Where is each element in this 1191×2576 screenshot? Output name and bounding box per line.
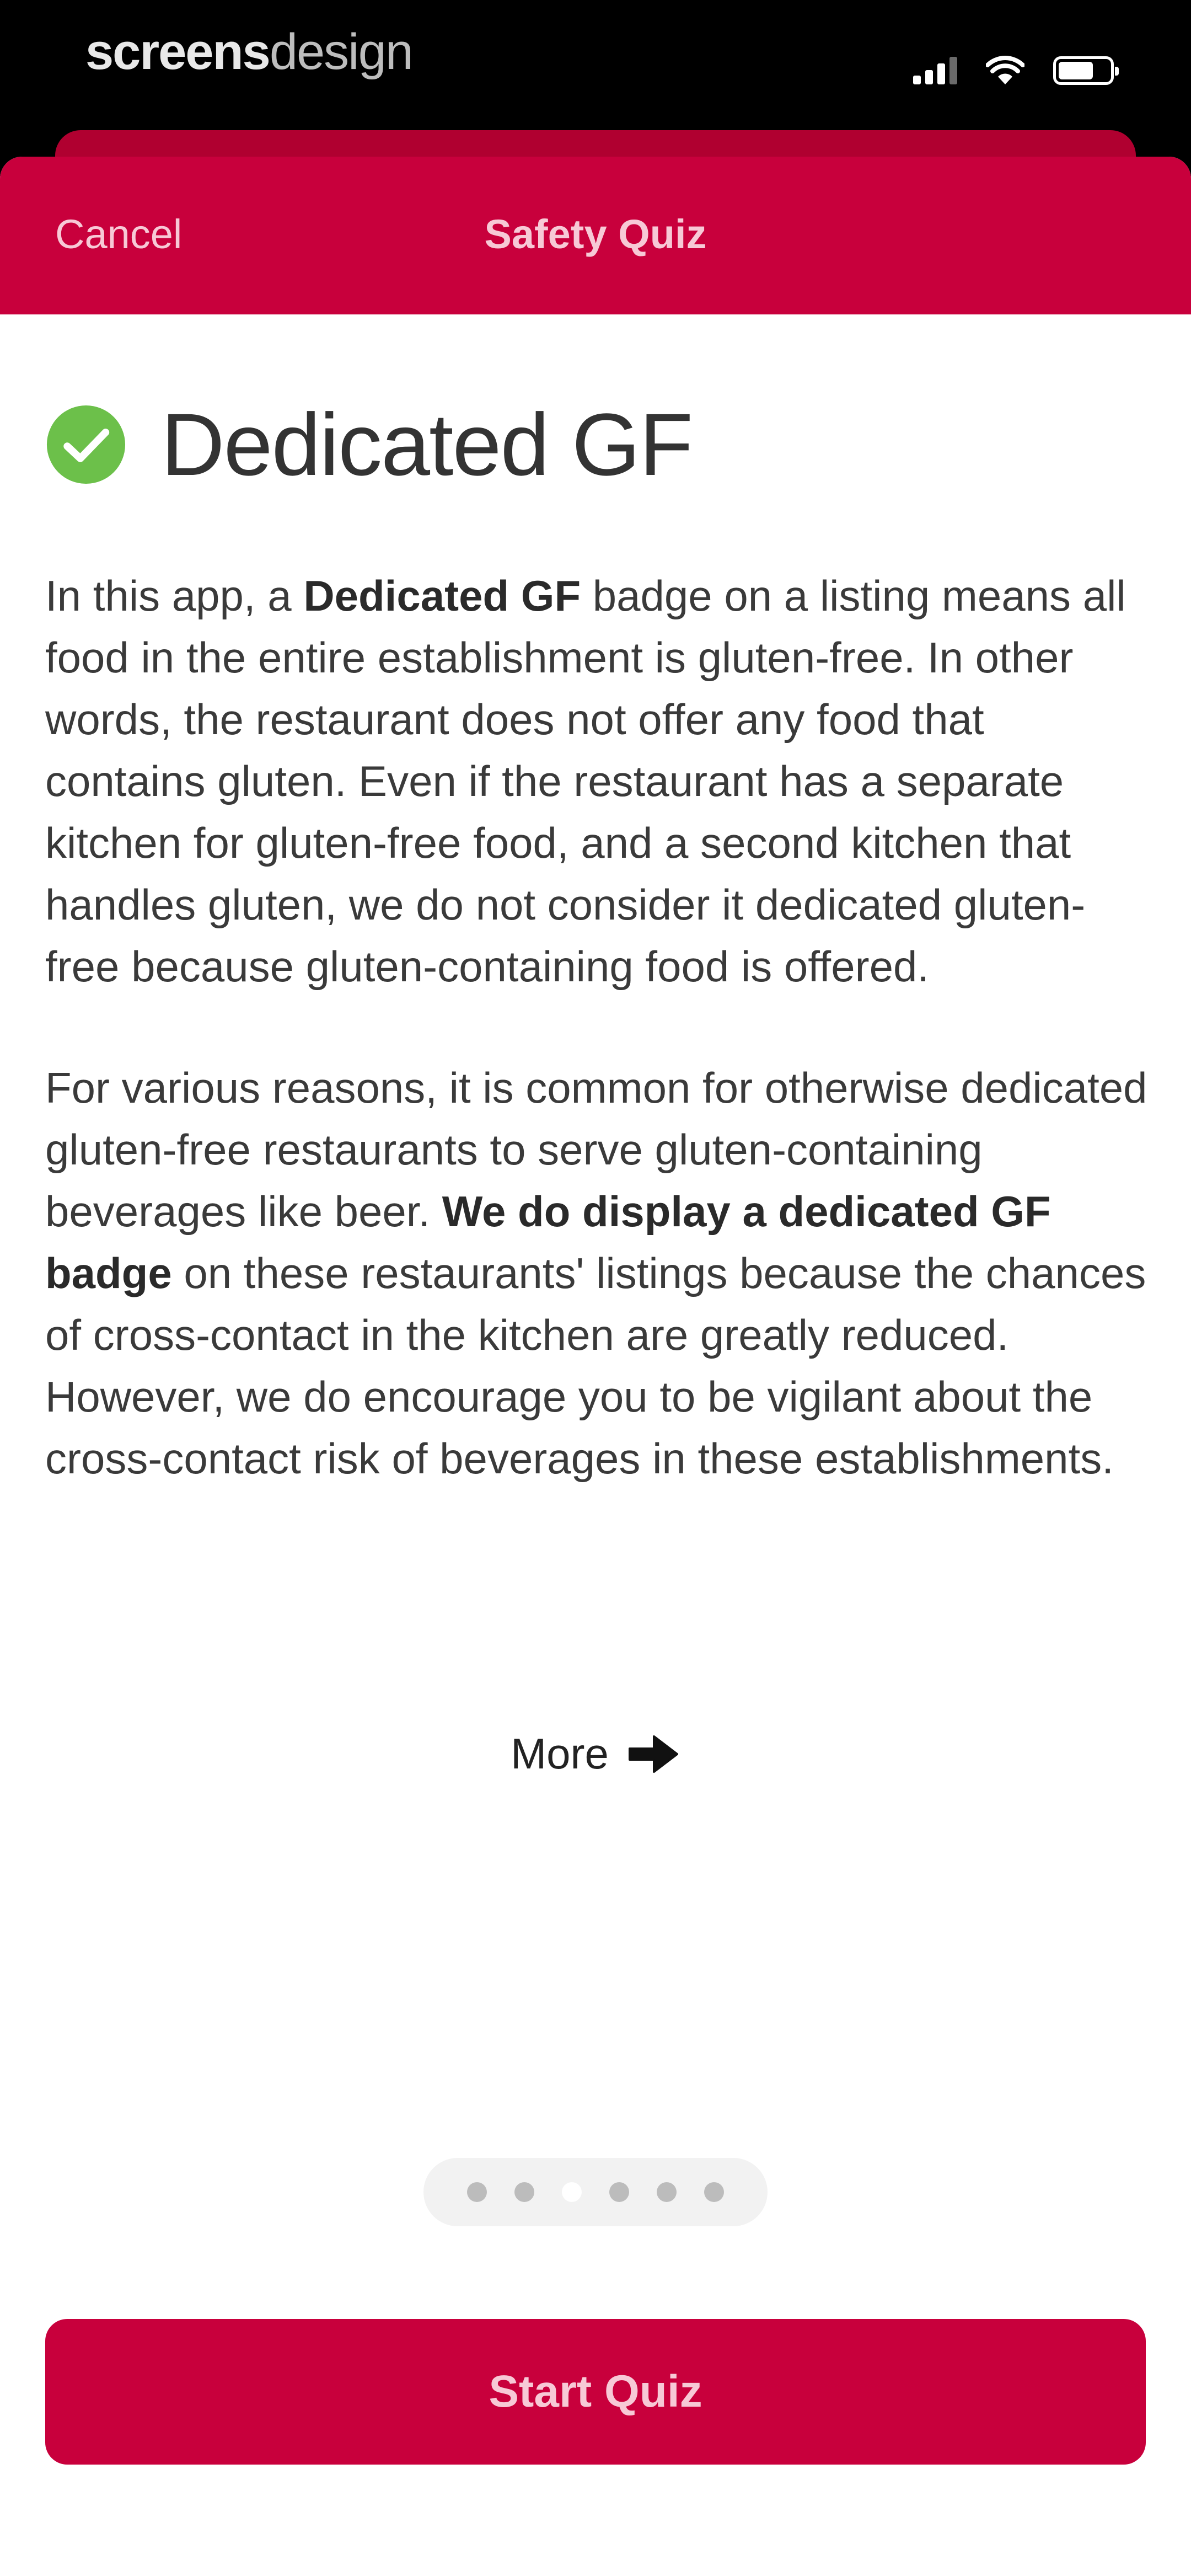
page-title: Dedicated GF [161, 395, 693, 494]
page-indicator[interactable] [423, 2158, 768, 2226]
navigation-bar: Cancel Safety Quiz [0, 157, 1191, 314]
more-label: More [511, 1729, 609, 1778]
watermark-bold: screens [85, 24, 271, 80]
page-dot[interactable] [609, 2182, 629, 2202]
paragraph1-bold: Dedicated GF [303, 571, 581, 620]
arrow-right-icon [628, 1735, 678, 1773]
status-icons [913, 49, 1119, 93]
battery-icon [1053, 56, 1119, 85]
watermark-logo: screensdesign [85, 23, 414, 81]
paragraph2-text-b: on these restaurants' listings because t… [45, 1249, 1146, 1483]
page-dot[interactable] [467, 2182, 487, 2202]
page-dot[interactable] [704, 2182, 724, 2202]
body-copy: In this app, a Dedicated GF badge on a l… [45, 565, 1148, 1549]
cellular-signal-icon [913, 57, 957, 84]
heading-row: Dedicated GF [45, 394, 693, 495]
status-bar: screensdesign [0, 0, 1191, 138]
page-dot[interactable] [657, 2182, 677, 2202]
watermark-light: design [269, 24, 414, 80]
paragraph-definition: In this app, a Dedicated GF badge on a l… [45, 565, 1148, 997]
wifi-icon [986, 56, 1024, 84]
more-button[interactable]: More [0, 1729, 1191, 1779]
paragraph1-text-b: badge on a listing means all food in the… [45, 571, 1126, 991]
battery-level [1059, 62, 1093, 79]
paragraph1-text-a: In this app, a [45, 571, 304, 620]
start-quiz-button[interactable]: Start Quiz [45, 2319, 1146, 2465]
page-dot[interactable] [562, 2182, 582, 2202]
check-circle-icon [46, 405, 126, 484]
paragraph-beverages: For various reasons, it is common for ot… [45, 1057, 1148, 1489]
nav-title: Safety Quiz [484, 211, 707, 257]
safety-quiz-sheet: Cancel Safety Quiz Dedicated GF In this … [0, 157, 1191, 2576]
page-dot[interactable] [514, 2182, 534, 2202]
